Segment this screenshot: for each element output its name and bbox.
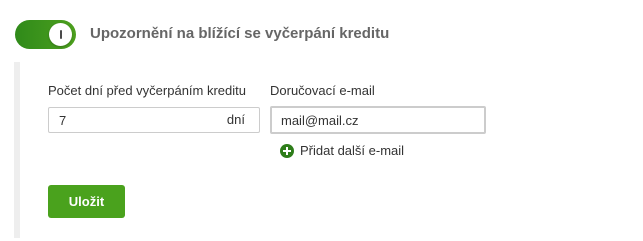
credit-warning-toggle[interactable] (15, 20, 76, 49)
save-button[interactable]: Uložit (48, 185, 125, 218)
days-field[interactable]: dní (48, 107, 260, 133)
add-email-link[interactable]: Přidat další e-mail (280, 143, 404, 158)
plus-circle-icon (280, 143, 294, 158)
email-input[interactable] (270, 106, 486, 134)
toggle-knob (49, 23, 72, 46)
days-field-label: Počet dní před vyčerpáním kreditu (48, 83, 246, 98)
days-unit: dní (226, 112, 245, 127)
days-input[interactable] (59, 108, 209, 132)
settings-panel-bar (14, 62, 20, 238)
add-email-label: Přidat další e-mail (300, 143, 405, 158)
toggle-knob-mark (59, 30, 62, 39)
email-field-label: Doručovací e-mail (270, 83, 375, 98)
section-title: Upozornění na blížící se vyčerpání kredi… (90, 25, 390, 42)
